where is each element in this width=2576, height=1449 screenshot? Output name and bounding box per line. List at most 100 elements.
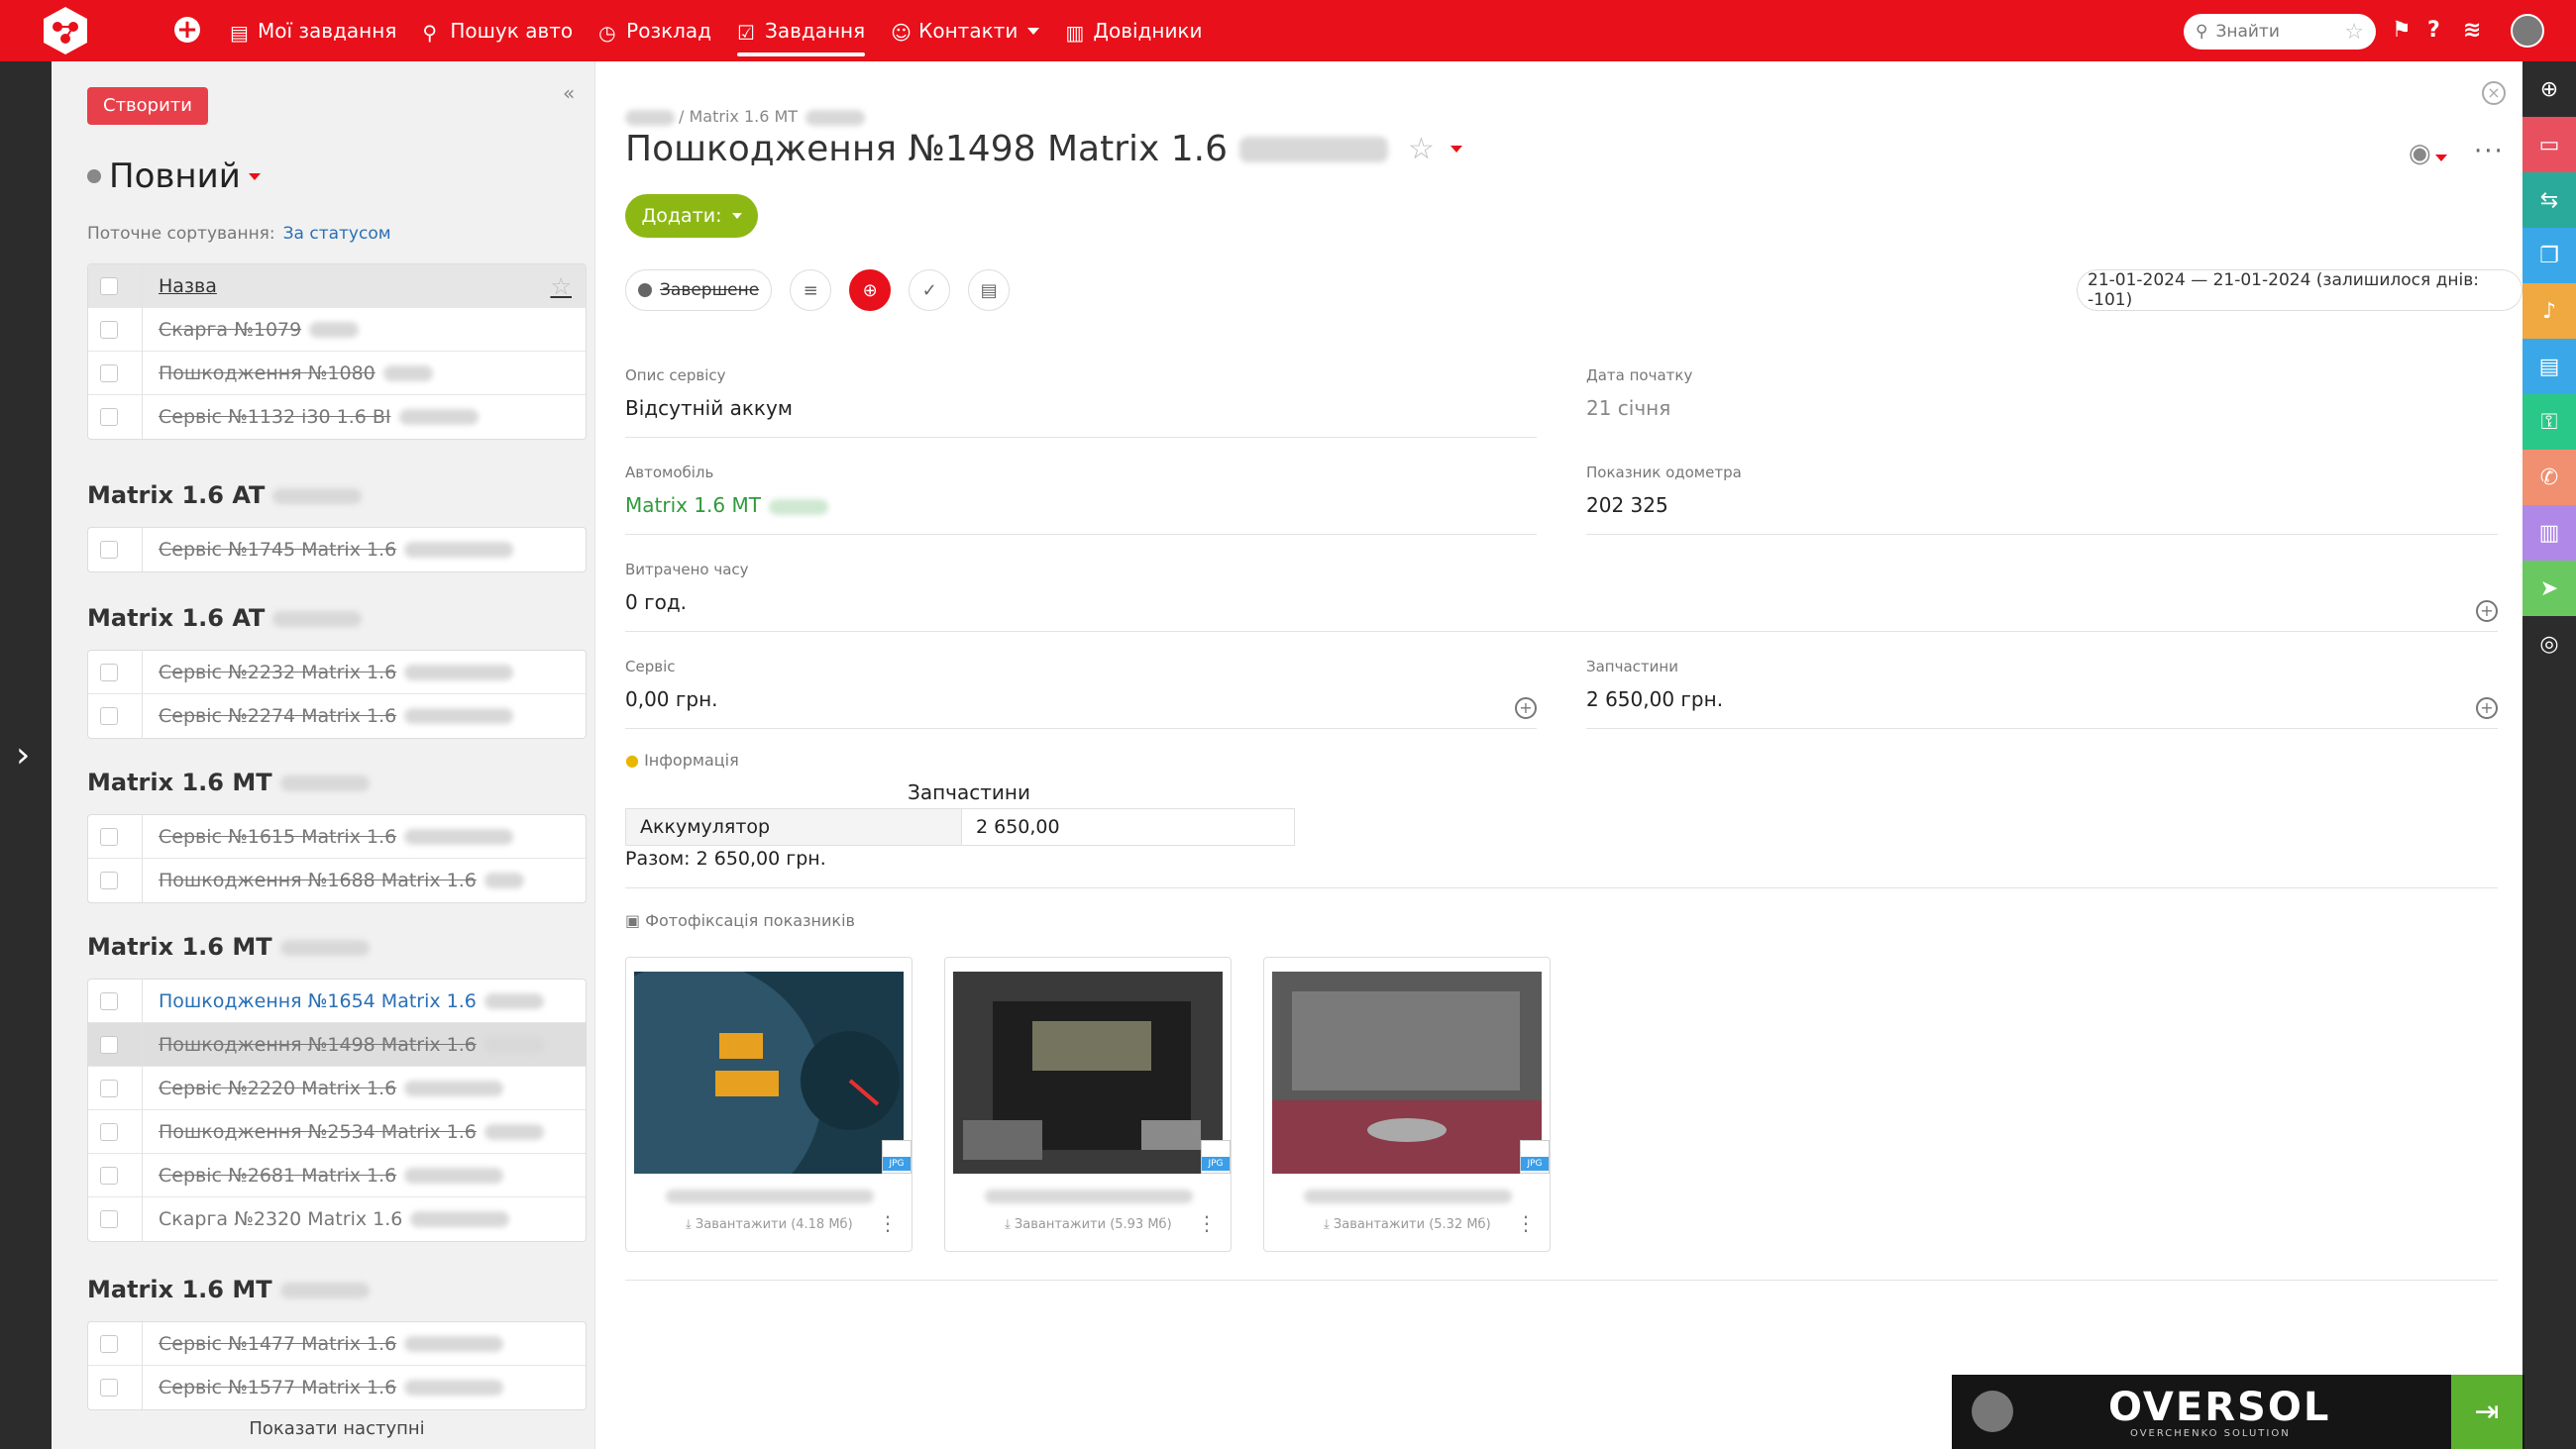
download-link[interactable]: ⤓ Завантажити (5.32 Мб) (1324, 1217, 1491, 1232)
chevron-right-icon[interactable]: › (16, 735, 30, 776)
field-value[interactable]: 21 січня (1586, 396, 2498, 420)
add-circle-icon[interactable]: + (2476, 697, 2498, 719)
field-value[interactable]: 202 325 (1586, 493, 2498, 517)
item-title[interactable]: Сервіс №1132 i30 1.6 ВІ (159, 406, 391, 428)
item-title[interactable]: Сервіс №2274 Matrix 1.6 (159, 705, 396, 727)
service-icon[interactable]: ⊕ (2522, 61, 2576, 117)
list-item[interactable]: Сервіс №2232 Matrix 1.6 (88, 651, 586, 694)
field-value[interactable]: Відсутній аккум (625, 396, 1537, 420)
phone-icon[interactable]: ✆ (2522, 450, 2576, 505)
row-checkbox[interactable] (100, 991, 118, 1010)
photo-card[interactable]: JPG ⤓ Завантажити (4.18 Мб) ⋮ (625, 957, 912, 1252)
nav-contacts[interactable]: ☺ Контакти (891, 0, 1040, 61)
more-vertical-icon[interactable]: ⋮ (878, 1211, 898, 1235)
chat-icon[interactable]: ▭ (2522, 117, 2576, 172)
nav-my-tasks[interactable]: ▤ Мої завдання (230, 0, 396, 61)
date-range[interactable]: 21-01-2024 — 21-01-2024 (залишилося днів… (2077, 269, 2522, 311)
status-badge[interactable]: Завершене (625, 269, 773, 311)
key-icon[interactable]: ⚿ (2522, 394, 2576, 450)
list-item[interactable]: Сервіс №2681 Matrix 1.6 (88, 1153, 586, 1197)
list-item[interactable]: Сервіс №1745 Matrix 1.6 (88, 528, 586, 571)
item-title[interactable]: Сервіс №1745 Matrix 1.6 (159, 539, 396, 561)
service-icon[interactable]: ⊕ (849, 269, 892, 311)
show-next-link[interactable]: Показати наступні (87, 1418, 587, 1439)
send-icon[interactable]: ➤ (2522, 561, 2576, 616)
nav-schedule[interactable]: ◷ Розклад (598, 0, 711, 61)
list-item-selected[interactable]: Пошкодження №1498 Matrix 1.6 (88, 1022, 586, 1067)
nav-references[interactable]: ▥ Довідники (1065, 0, 1202, 61)
list-item[interactable]: Сервіс №2220 Matrix 1.6 (88, 1066, 586, 1110)
column-name[interactable]: Назва (159, 275, 217, 297)
item-title[interactable]: Сервіс №1477 Matrix 1.6 (159, 1333, 396, 1355)
collapse-icon[interactable]: « (563, 81, 575, 105)
list-item[interactable]: Пошкодження №1654 Matrix 1.6 (88, 980, 586, 1023)
item-title[interactable]: Пошкодження №1080 (159, 362, 376, 384)
item-title[interactable]: Пошкодження №1688 Matrix 1.6 (159, 870, 477, 891)
transfer-icon[interactable]: ⇆ (2522, 172, 2576, 228)
field-value[interactable]: 2 650,00 грн. (1586, 687, 2498, 711)
row-checkbox[interactable] (100, 320, 118, 339)
list-icon[interactable]: ≡ (790, 269, 832, 311)
add-circle-icon[interactable]: + (1515, 697, 1537, 719)
analytics-icon[interactable]: ▥ (2522, 505, 2576, 561)
chevron-down-icon[interactable] (1449, 146, 1462, 153)
row-checkbox[interactable] (100, 541, 118, 559)
row-checkbox[interactable] (100, 1122, 118, 1141)
engine-bay-photo[interactable] (1272, 972, 1542, 1174)
select-all-checkbox[interactable] (100, 276, 118, 295)
row-checkbox[interactable] (100, 827, 118, 846)
clipboard-icon[interactable]: ▤ (2522, 339, 2576, 394)
sorting-link[interactable]: За статусом (283, 224, 391, 244)
list-item[interactable]: Пошкодження №1080 (88, 351, 586, 395)
list-item[interactable]: Сервіс №1477 Matrix 1.6 (88, 1322, 586, 1366)
more-options-icon[interactable]: ··· (2474, 137, 2505, 166)
battery-photo[interactable] (953, 972, 1223, 1174)
list-item[interactable]: Пошкодження №2534 Matrix 1.6 (88, 1109, 586, 1154)
photo-card[interactable]: JPG ⤓ Завантажити (5.32 Мб) ⋮ (1263, 957, 1551, 1252)
item-title[interactable]: Сервіс №2681 Matrix 1.6 (159, 1165, 396, 1187)
row-checkbox[interactable] (100, 1166, 118, 1185)
item-title[interactable]: Пошкодження №1498 Matrix 1.6 (159, 1034, 477, 1056)
logout-icon[interactable]: ⇥ (2451, 1375, 2522, 1449)
add-button[interactable]: Додати: (625, 194, 758, 238)
bell-icon[interactable]: ♪ (2522, 283, 2576, 339)
item-title[interactable]: Пошкодження №2534 Matrix 1.6 (159, 1121, 477, 1143)
field-value[interactable]: Matrix 1.6 MT (625, 493, 1537, 517)
list-item[interactable]: Сервіс №2274 Matrix 1.6 (88, 694, 586, 738)
activity-icon[interactable]: ◎ (2522, 616, 2576, 672)
item-title[interactable]: Сервіс №1577 Matrix 1.6 (159, 1377, 396, 1398)
rocket-icon[interactable]: ⚑ (2392, 18, 2412, 43)
item-title[interactable]: Скарга №2320 Matrix 1.6 (159, 1208, 402, 1230)
item-title[interactable]: Скарга №1079 (159, 319, 301, 341)
search-input[interactable]: ⚲ Знайти ☆ (2184, 14, 2376, 50)
row-checkbox[interactable] (100, 707, 118, 725)
row-checkbox[interactable] (100, 1379, 118, 1397)
documents-icon[interactable]: ❐ (2522, 228, 2576, 283)
row-checkbox[interactable] (100, 1210, 118, 1228)
list-item[interactable]: Сервіс №1615 Matrix 1.6 (88, 815, 586, 859)
more-vertical-icon[interactable]: ⋮ (1197, 1211, 1217, 1235)
favorite-star-icon[interactable]: ☆ (1408, 132, 1435, 166)
row-checkbox[interactable] (100, 1035, 118, 1054)
list-item[interactable]: Скарга №2320 Matrix 1.6 (88, 1197, 586, 1241)
nav-car-search[interactable]: ⚲ Пошук авто (422, 0, 573, 61)
layers-icon[interactable]: ≋ (2463, 18, 2481, 43)
quick-add-icon[interactable]: + (174, 17, 200, 43)
add-circle-icon[interactable]: + (2476, 600, 2498, 622)
item-title[interactable]: Сервіс №2232 Matrix 1.6 (159, 662, 396, 683)
check-circle-icon[interactable]: ✓ (909, 269, 951, 311)
row-checkbox[interactable] (100, 872, 118, 889)
field-value[interactable]: 0 год. (625, 590, 2498, 614)
photo-card[interactable]: JPG ⤓ Завантажити (5.93 Мб) ⋮ (944, 957, 1232, 1252)
item-title[interactable]: Пошкодження №1654 Matrix 1.6 (159, 990, 477, 1012)
download-link[interactable]: ⤓ Завантажити (4.18 Мб) (686, 1217, 853, 1232)
notes-icon[interactable]: ▤ (968, 269, 1011, 311)
row-checkbox[interactable] (100, 1079, 118, 1097)
row-checkbox[interactable] (100, 408, 118, 426)
list-item[interactable]: Пошкодження №1688 Matrix 1.6 (88, 859, 586, 902)
download-link[interactable]: ⤓ Завантажити (5.93 Мб) (1005, 1217, 1172, 1232)
create-button[interactable]: Створити (87, 87, 208, 125)
star-icon[interactable]: ☆ (2344, 20, 2364, 45)
row-checkbox[interactable] (100, 1334, 118, 1353)
list-item[interactable]: Сервіс №1577 Matrix 1.6 (88, 1366, 586, 1409)
